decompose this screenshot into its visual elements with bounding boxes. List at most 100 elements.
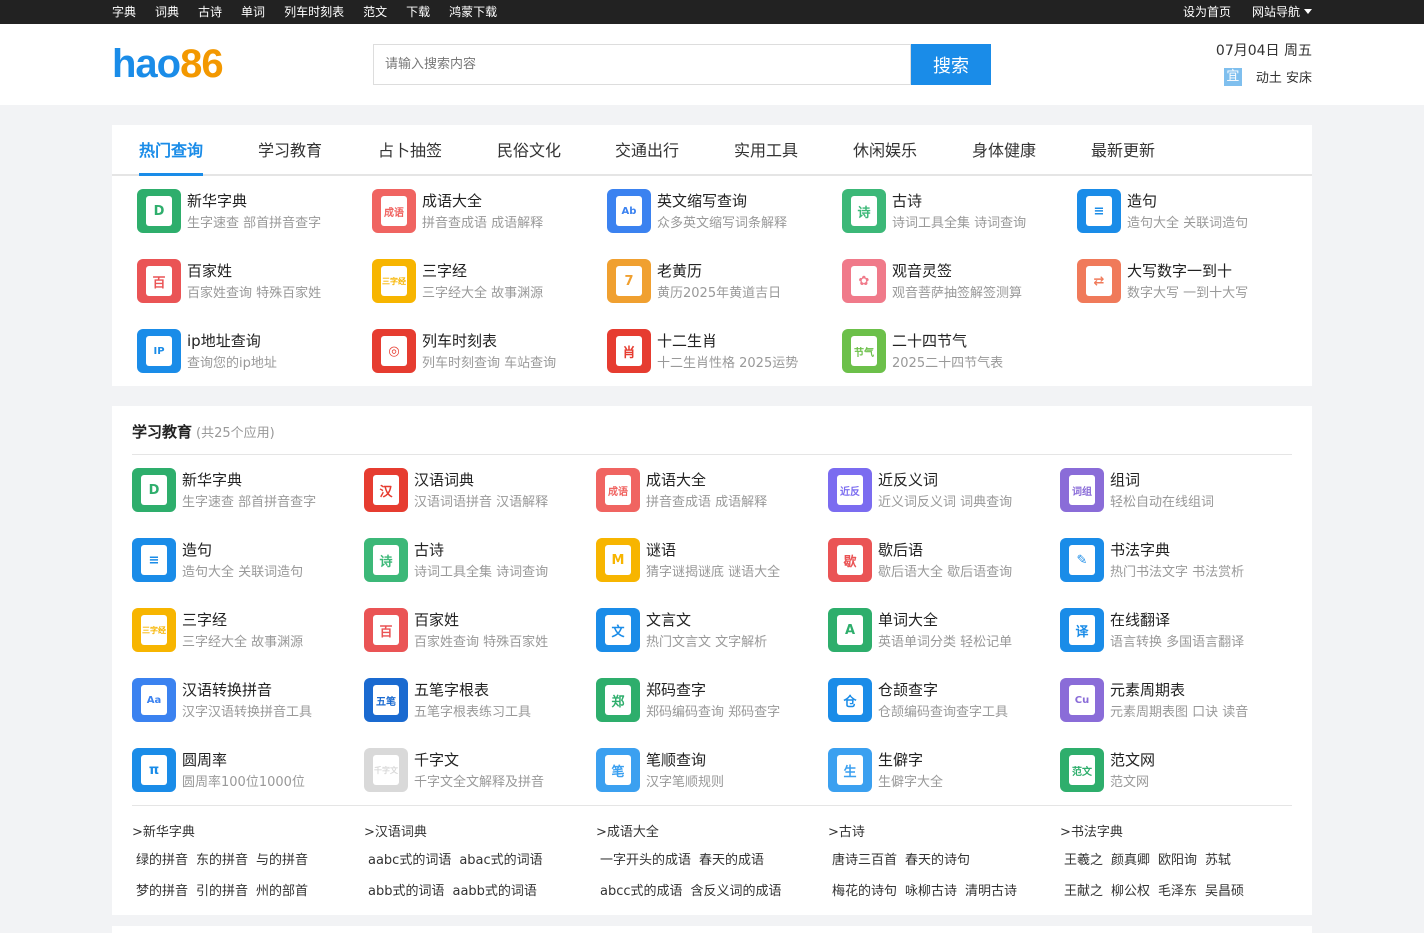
quick-link[interactable]: 王羲之 xyxy=(1064,853,1103,868)
tab-9[interactable]: 最新更新 xyxy=(1091,125,1155,176)
app-title: 十二生肖 xyxy=(657,332,718,350)
app-item[interactable]: ◎ 列车时刻表 列车时刻查询 车站查询 xyxy=(372,329,602,379)
tab-4[interactable]: 民俗文化 xyxy=(497,125,561,176)
quick-link[interactable]: 春天的诗句 xyxy=(905,853,970,868)
app-item[interactable]: 仓仓颉查字 仓颉编码查询查字工具 xyxy=(828,678,1058,728)
dictionary-icon: D xyxy=(137,189,181,233)
site-logo[interactable]: hao86 xyxy=(112,42,224,86)
tab-8[interactable]: 身体健康 xyxy=(972,125,1036,176)
tab-3[interactable]: 占卜抽签 xyxy=(378,125,442,176)
app-item[interactable]: A 单词大全 英语单词分类 轻松记单 xyxy=(828,608,1058,658)
quick-link[interactable]: 梅花的诗句 xyxy=(832,884,897,899)
app-item[interactable]: ≡ 造句 造句大全 关联词造句 xyxy=(1077,189,1307,239)
quick-link[interactable]: 颜真卿 xyxy=(1111,853,1150,868)
app-item[interactable]: 节气 二十四节气 2025二十四节气表 xyxy=(842,329,1072,379)
app-item[interactable]: IP ip地址查询 查询您的ip地址 xyxy=(137,329,367,379)
tab-2[interactable]: 学习教育 xyxy=(258,125,322,176)
quick-link[interactable]: 与的拼音 xyxy=(256,853,308,868)
app-desc: 英语单词分类 轻松记单 xyxy=(878,635,1013,650)
quick-link[interactable]: 含反义词的成语 xyxy=(691,884,782,899)
quick-link[interactable]: abac式的词语 xyxy=(459,853,542,868)
icon-glyph: 范文 xyxy=(1069,755,1095,785)
quick-link[interactable]: 王献之 xyxy=(1064,884,1103,899)
app-item[interactable]: 诗古诗 诗词工具全集 诗词查询 xyxy=(364,538,594,588)
app-item[interactable]: ✎ 书法字典 热门书法文字 书法赏析 xyxy=(1060,538,1290,588)
app-item[interactable]: 三字经 三字经 三字经大全 故事渊源 xyxy=(132,608,362,658)
quick-link[interactable]: 一字开头的成语 xyxy=(600,853,691,868)
app-item[interactable]: Aa 汉语转换拼音 汉字汉语转换拼音工具 xyxy=(132,678,362,728)
top-nav-link[interactable]: 下载 xyxy=(406,0,430,24)
app-item[interactable]: 歇歇后语 歇后语大全 歇后语查询 xyxy=(828,538,1058,588)
app-item[interactable]: 7 老黄历 黄历2025年黄道吉日 xyxy=(607,259,837,309)
top-nav-link[interactable]: 单词 xyxy=(241,0,265,24)
tab-5[interactable]: 交通出行 xyxy=(615,125,679,176)
search-button[interactable]: 搜索 xyxy=(911,44,991,85)
quick-link[interactable]: abcc式的成语 xyxy=(600,884,683,899)
app-item[interactable]: π 圆周率 圆周率100位1000位 xyxy=(132,748,362,798)
quick-link[interactable]: 唐诗三百首 xyxy=(832,853,897,868)
app-item[interactable]: 近反 近反义词 近义词反义词 词典查询 xyxy=(828,468,1058,518)
quick-link[interactable]: 春天的成语 xyxy=(699,853,764,868)
app-item[interactable]: Cu 元素周期表 元素周期表图 口诀 读音 xyxy=(1060,678,1290,728)
quick-link[interactable]: 清明古诗 xyxy=(965,884,1017,899)
app-item[interactable]: M 谜语 猜字谜揭谜底 谜语大全 xyxy=(596,538,826,588)
app-item[interactable]: 译在线翻译 语言转换 多国语言翻译 xyxy=(1060,608,1290,658)
quick-link[interactable]: 州的部首 xyxy=(256,884,308,899)
app-item[interactable]: ⇄ 大写数字一到十 数字大写 一到十大写 xyxy=(1077,259,1307,309)
tab-7[interactable]: 休闲娱乐 xyxy=(853,125,917,176)
app-item[interactable]: ✿ 观音灵签 观音菩萨抽签解签测算 xyxy=(842,259,1072,309)
quick-link[interactable]: aabc式的词语 xyxy=(368,853,451,868)
set-homepage-link[interactable]: 设为首页 xyxy=(1183,0,1231,24)
top-nav-link[interactable]: 古诗 xyxy=(198,0,222,24)
app-item[interactable]: D 新华字典 生字速查 部首拼音查字 xyxy=(132,468,362,518)
quick-link[interactable]: 吴昌硕 xyxy=(1205,884,1244,899)
app-item[interactable]: ≡ 造句 造句大全 关联词造句 xyxy=(132,538,362,588)
icon-glyph: 诗 xyxy=(373,545,399,575)
app-item[interactable]: 百百家姓 百家姓查询 特殊百家姓 xyxy=(364,608,594,658)
quick-link[interactable]: 毛泽东 xyxy=(1158,884,1197,899)
link-group-head[interactable]: >书法字典 xyxy=(1060,821,1123,840)
app-desc: 造句大全 关联词造句 xyxy=(182,565,304,580)
app-item[interactable]: 五笔 五笔字根表 五笔字根表练习工具 xyxy=(364,678,594,728)
app-item[interactable]: Ab 英文缩写查询 众多英文缩写词条解释 xyxy=(607,189,837,239)
quick-link[interactable]: abb式的词语 xyxy=(368,884,444,899)
tab-1[interactable]: 热门查询 xyxy=(139,125,204,176)
top-nav-link[interactable]: 字典 xyxy=(112,0,136,24)
app-item[interactable]: 肖十二生肖 十二生肖性格 2025运势 xyxy=(607,329,837,379)
top-nav-link[interactable]: 列车时刻表 xyxy=(284,0,344,24)
app-item[interactable]: 汉汉语词典 汉语词语拼音 汉语解释 xyxy=(364,468,594,518)
app-item[interactable]: 百百家姓 百家姓查询 特殊百家姓 xyxy=(137,259,367,309)
quick-link[interactable]: 东的拼音 xyxy=(196,853,248,868)
app-item[interactable]: 范文 范文网 范文网 xyxy=(1060,748,1290,798)
link-group-head[interactable]: >成语大全 xyxy=(596,821,659,840)
quick-link[interactable]: aabb式的词语 xyxy=(452,884,536,899)
quick-link[interactable]: 咏柳古诗 xyxy=(905,884,957,899)
quick-link[interactable]: 绿的拼音 xyxy=(136,853,188,868)
quick-link[interactable]: 梦的拼音 xyxy=(136,884,188,899)
quick-link[interactable]: 引的拼音 xyxy=(196,884,248,899)
top-nav-link[interactable]: 鸿蒙下载 xyxy=(449,0,497,24)
link-group-head[interactable]: >汉语词典 xyxy=(364,821,427,840)
app-item[interactable]: 成语 成语大全 拼音查成语 成语解释 xyxy=(372,189,602,239)
quick-link[interactable]: 苏轼 xyxy=(1205,853,1231,868)
app-item[interactable]: 生生僻字 生僻字大全 xyxy=(828,748,1058,798)
quick-link[interactable]: 柳公权 xyxy=(1111,884,1150,899)
app-item[interactable]: 郑郑码查字 郑码编码查询 郑码查字 xyxy=(596,678,826,728)
tab-6[interactable]: 实用工具 xyxy=(734,125,798,176)
app-item[interactable]: 诗古诗 诗词工具全集 诗词查询 xyxy=(842,189,1072,239)
quick-link[interactable]: 欧阳询 xyxy=(1158,853,1197,868)
app-item[interactable]: 千字文 千字文 千字文全文解释及拼音 xyxy=(364,748,594,798)
search-input[interactable] xyxy=(374,45,910,84)
icon-glyph: π xyxy=(141,755,167,785)
app-item[interactable]: 笔笔顺查询 汉字笔顺规则 xyxy=(596,748,826,798)
app-item[interactable]: 成语 成语大全 拼音查成语 成语解释 xyxy=(596,468,826,518)
link-group-head[interactable]: >新华字典 xyxy=(132,821,195,840)
app-item[interactable]: 词组 组词 轻松自动在线组词 xyxy=(1060,468,1290,518)
top-nav-link[interactable]: 词典 xyxy=(155,0,179,24)
top-nav-link[interactable]: 范文 xyxy=(363,0,387,24)
link-group-head[interactable]: >古诗 xyxy=(828,821,865,840)
app-item[interactable]: D 新华字典 生字速查 部首拼音查字 xyxy=(137,189,367,239)
app-item[interactable]: 三字经 三字经 三字经大全 故事渊源 xyxy=(372,259,602,309)
app-item[interactable]: 文文言文 热门文言文 文字解析 xyxy=(596,608,826,658)
site-nav-dropdown[interactable]: 网站导航 xyxy=(1252,0,1312,24)
